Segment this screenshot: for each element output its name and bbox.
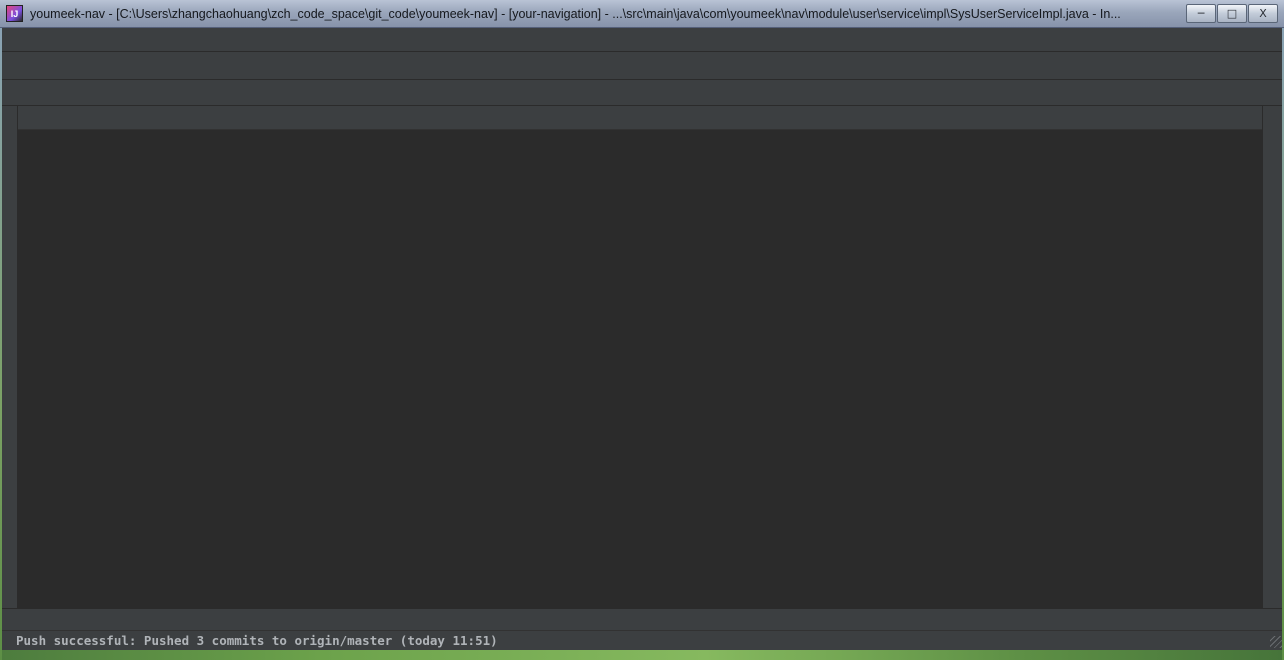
status-message: Push successful: Pushed 3 commits to ori… <box>16 633 498 648</box>
navigation-bar <box>0 80 1284 106</box>
main-toolbar <box>0 52 1284 80</box>
intellij-idea-window: IJ youmeek-nav - [C:\Users\zhangchaohuan… <box>0 0 1284 660</box>
app-icon: IJ <box>6 5 23 22</box>
menu-bar <box>0 28 1284 52</box>
main-area <box>0 106 1284 608</box>
bottom-tool-window-bar <box>0 608 1284 630</box>
status-bar: Push successful: Pushed 3 commits to ori… <box>0 630 1284 650</box>
right-tool-window-bar <box>1262 106 1284 608</box>
editor-tabs <box>18 106 1262 130</box>
code-editor[interactable] <box>18 130 1262 608</box>
close-button[interactable]: X <box>1248 4 1278 23</box>
resize-grip[interactable] <box>1270 636 1282 648</box>
window-border-left <box>0 28 2 660</box>
minimize-button[interactable]: ─ <box>1186 4 1216 23</box>
left-tool-window-bar <box>0 106 18 608</box>
title-bar[interactable]: IJ youmeek-nav - [C:\Users\zhangchaohuan… <box>0 0 1284 28</box>
maximize-button[interactable]: □ <box>1217 4 1247 23</box>
editor-column <box>18 106 1262 608</box>
window-title: youmeek-nav - [C:\Users\zhangchaohuang\z… <box>30 7 1178 21</box>
window-controls: ─ □ X <box>1186 4 1278 23</box>
desktop-wallpaper-strip <box>0 650 1284 660</box>
